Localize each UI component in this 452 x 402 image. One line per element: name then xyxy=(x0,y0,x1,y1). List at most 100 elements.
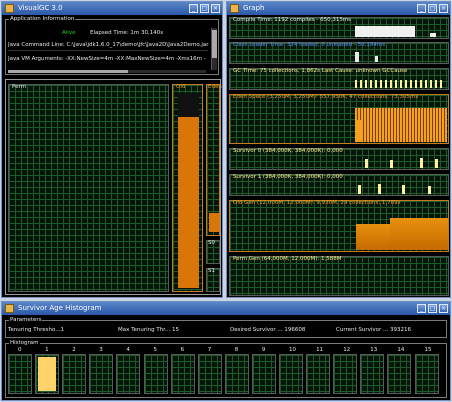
survivor0-panel: Survivor 0 (384,000K, 384,000K): 0,000 xyxy=(229,148,449,170)
survivor0-activity xyxy=(435,159,438,168)
histogram-bin-label: 4 xyxy=(126,347,130,354)
old-label: Old xyxy=(176,84,186,90)
histogram-bin: 10 xyxy=(279,347,303,394)
maximize-button[interactable]: □ xyxy=(428,4,437,13)
s1-space: S1 xyxy=(206,268,220,292)
perm-label: Perm xyxy=(12,84,27,90)
histogram-bin: 6 xyxy=(170,347,195,394)
class-loader-label: Class Leader Time: 324 loaded, 0 unloade… xyxy=(233,42,386,48)
application-info-group: Application Information Alive Elapsed Ti… xyxy=(5,16,219,75)
app-icon xyxy=(5,4,14,13)
close-button[interactable]: × xyxy=(211,4,220,13)
survivor1-label: Survivor 1 (384,000K, 384,000K): 0,000 xyxy=(233,174,343,180)
old-usage-bar xyxy=(178,117,199,288)
histogram-bin: 8 xyxy=(224,347,249,394)
info-hscrollbar[interactable] xyxy=(8,70,206,73)
maximize-button[interactable]: □ xyxy=(200,4,209,13)
histogram-bin: 15 xyxy=(414,347,439,394)
class-loader-activity xyxy=(355,52,359,62)
histogram-bin-label: 12 xyxy=(343,347,351,354)
old-gen-graph-peak xyxy=(390,218,448,250)
gc-activity xyxy=(355,80,445,88)
minimize-button[interactable]: _ xyxy=(417,4,426,13)
gc-time-label: GC Time: 75 collections, 1,862s Last Cau… xyxy=(233,68,408,74)
visualgc-titlebar[interactable]: VisualGC 3.0 _ □ × xyxy=(2,2,222,15)
histogram-bin-label: 8 xyxy=(234,347,239,354)
histogram-bin-label: 1 xyxy=(45,347,49,354)
app-icon xyxy=(230,4,239,13)
histogram-bin: 9 xyxy=(251,347,276,394)
eden-space: Eden xyxy=(206,84,222,236)
window-title: VisualGC 3.0 xyxy=(18,4,63,12)
histogram-label: Histogram xyxy=(9,340,40,347)
minimize-button[interactable]: _ xyxy=(417,304,426,313)
histogram-bin-label: 14 xyxy=(397,347,405,354)
graph-window: Graph _ □ × Compile Time: 1192 compiles … xyxy=(226,1,451,298)
histogram-bin-label: 9 xyxy=(261,347,266,354)
graph-window-title: Graph xyxy=(243,4,265,12)
old-gen-panel: Old Gen (12,000M, 12,000M): 9,930M, 29 c… xyxy=(229,200,449,252)
close-button[interactable]: × xyxy=(439,4,448,13)
vmargs-field[interactable]: Java VM Arguments: -XX:NewSize=4m -XX:Ma… xyxy=(8,55,208,64)
application-info-label: Application Information xyxy=(9,16,76,23)
histogram-bin: 2 xyxy=(62,347,87,394)
parameters-label: Parameters xyxy=(9,317,43,324)
survivor1-activity xyxy=(378,184,381,194)
info-scrollbar[interactable] xyxy=(211,28,217,70)
histogram-bin-label: 10 xyxy=(289,347,296,354)
desired-survivor-size: Desired Survivor ... 196608 xyxy=(230,327,306,333)
close-button[interactable]: × xyxy=(439,304,448,313)
histogram-bin-label: 5 xyxy=(153,347,157,354)
histogram-bin-label: 3 xyxy=(99,347,103,354)
histogram-bin: 3 xyxy=(89,347,114,394)
old-space: Old xyxy=(172,84,203,292)
histogram-bin: 0 xyxy=(8,347,32,394)
survivor0-activity xyxy=(420,158,423,168)
perm-gen-label: Perm Gen (64,000M, 12,000M): 1,588M xyxy=(233,256,342,262)
histogram-bin-label: 6 xyxy=(180,347,185,354)
elapsed-time: Elapsed Time: 1m 30,140s xyxy=(90,30,164,36)
status-alive: Alive xyxy=(62,30,76,36)
histogram-bin: 1 xyxy=(35,347,60,394)
survivor1-activity xyxy=(402,185,405,194)
histogram-bin-label: 0 xyxy=(18,347,22,354)
histogram-bins: 0 1 2 3 4 5 6 7 8 9 10 11 12 13 14 15 xyxy=(8,347,444,396)
perm-space: Perm xyxy=(8,84,169,292)
histogram-bin: 5 xyxy=(143,347,168,394)
histogram-bin: 7 xyxy=(197,347,222,394)
eden-space-label: Eden Space (3,250M, 3,250M): 557,930K, 4… xyxy=(233,94,419,100)
info-hscrollbar-thumb[interactable] xyxy=(8,70,128,73)
histogram-titlebar[interactable]: Survivor Age Histogram _ □ × xyxy=(2,302,450,315)
graph-titlebar[interactable]: Graph _ □ × xyxy=(227,2,450,15)
cmdline-text: Java Command Line: C:\Java\jdk1.6.0_17\d… xyxy=(8,42,209,48)
maximize-button[interactable]: □ xyxy=(428,304,437,313)
histogram-bin: 4 xyxy=(116,347,141,394)
compile-time-panel: Compile Time: 1192 compiles - 650,315ms xyxy=(229,17,449,39)
survivor0-activity xyxy=(390,160,393,168)
class-loader-panel: Class Leader Time: 324 loaded, 0 unloade… xyxy=(229,42,449,64)
survivor1-activity xyxy=(428,186,431,194)
histogram-window-title: Survivor Age Histogram xyxy=(18,304,102,312)
visualgc-window: VisualGC 3.0 _ □ × Application Informati… xyxy=(1,1,223,298)
histogram-bin: 11 xyxy=(306,347,331,394)
info-scrollbar-thumb[interactable] xyxy=(212,30,217,58)
eden-space-panel: Eden Space (3,250M, 3,250M): 557,930K, 4… xyxy=(229,94,449,144)
vmargs-text: Java VM Arguments: -XX:NewSize=4m -XX:Ma… xyxy=(8,56,206,62)
class-loader-activity xyxy=(375,56,378,62)
minimize-button[interactable]: _ xyxy=(189,4,198,13)
parameters-group: Parameters Tenuring Thresho...1 Max Tenu… xyxy=(5,317,447,338)
current-survivor-size: Current Survivor ... 393216 xyxy=(336,327,412,333)
histogram-bin-label: 13 xyxy=(370,347,378,354)
compile-activity xyxy=(355,26,415,37)
max-tenuring-threshold: Max Tenuring Thr... 15 xyxy=(118,327,180,333)
eden-graph xyxy=(355,108,447,142)
perm-gen-panel: Perm Gen (64,000M, 12,000M): 1,588M xyxy=(229,256,449,296)
s0-label: S0 xyxy=(208,240,215,246)
histogram-window: Survivor Age Histogram _ □ × Parameters … xyxy=(1,301,451,401)
compile-time-label: Compile Time: 1192 compiles - 650,315ms xyxy=(233,17,352,23)
histogram-group: Histogram 0 1 2 3 4 5 6 7 8 9 10 11 12 13 14 15 xyxy=(5,340,447,398)
histogram-bin-label: 7 xyxy=(207,347,212,354)
gc-time-panel: GC Time: 75 collections, 1,862s Last Cau… xyxy=(229,68,449,90)
cmdline-field[interactable]: Java Command Line: C:\Java\jdk1.6.0_17\d… xyxy=(8,41,209,51)
histogram-bin-label: 11 xyxy=(316,347,324,354)
